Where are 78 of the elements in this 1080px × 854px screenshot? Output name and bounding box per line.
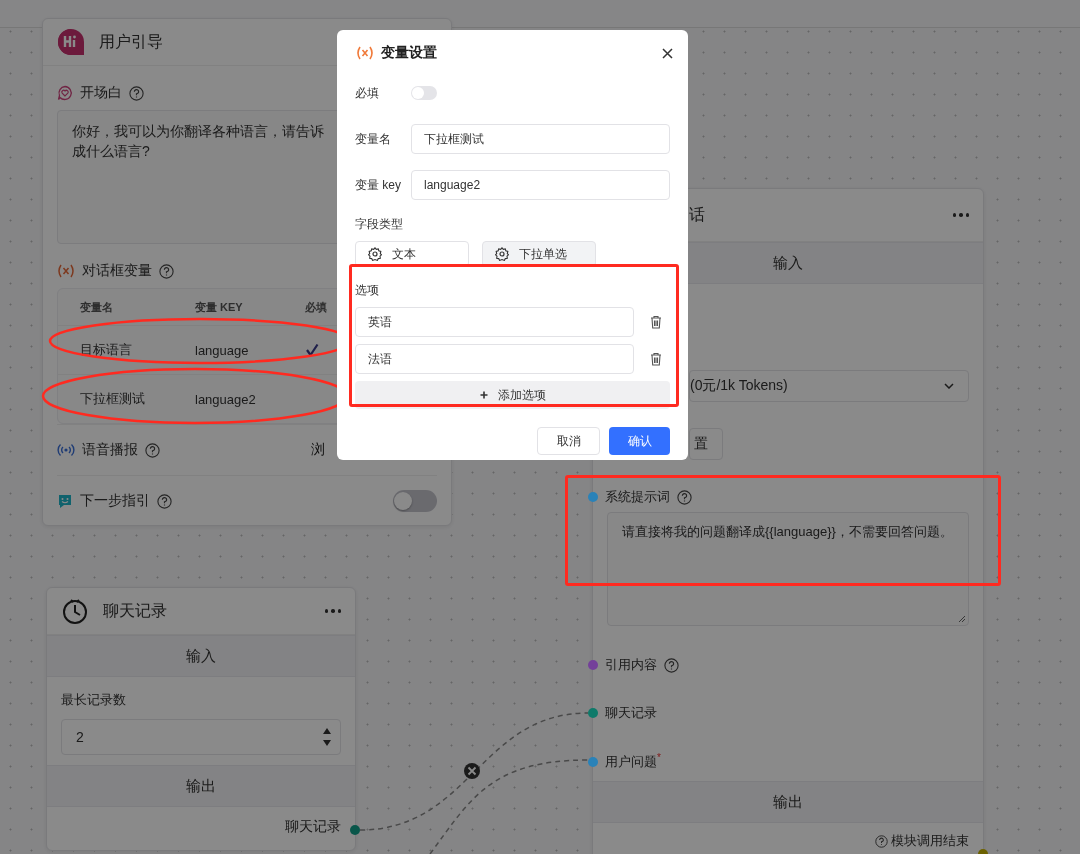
- voice-value[interactable]: 浏: [311, 441, 325, 459]
- add-option-button[interactable]: 添加选项: [355, 381, 670, 409]
- chevron-down-icon: [944, 383, 954, 389]
- field-label: 变量 key: [355, 176, 402, 194]
- field-label: 最长记录数: [61, 691, 127, 709]
- column-header: 变量名: [80, 299, 114, 315]
- plus-icon: [479, 391, 488, 399]
- dialog-title: 变量设置: [381, 44, 437, 62]
- section-label: 对话框变量: [82, 262, 152, 280]
- broadcast-icon: [57, 443, 75, 457]
- help-icon[interactable]: [664, 657, 679, 673]
- number-input[interactable]: 2: [61, 719, 341, 755]
- prompt-textarea[interactable]: 请直接将我的问题翻译成{{language}}，不需要回答问题。: [607, 512, 969, 626]
- input-label: 引用内容: [605, 656, 657, 674]
- field-type-option[interactable]: 下拉单选: [482, 241, 596, 267]
- input-port[interactable]: [588, 660, 598, 670]
- input-label: 系统提示词: [605, 488, 670, 506]
- section-header: 输出: [47, 765, 355, 807]
- column-header: 变量 KEY: [195, 299, 244, 315]
- table-cell-text: language: [195, 342, 250, 358]
- option-input[interactable]: 法语: [355, 344, 634, 374]
- name-input[interactable]: 下拉框测试: [411, 124, 670, 154]
- node-title: 用户引导: [99, 31, 163, 52]
- check-icon: [305, 343, 319, 357]
- toggle-switch[interactable]: [393, 490, 437, 512]
- guide-bot-icon: [57, 493, 73, 509]
- confirm-button[interactable]: 确认: [609, 427, 670, 455]
- variable-icon: [57, 264, 75, 278]
- output-label: 模块调用结束: [891, 832, 969, 851]
- column-header: 必填: [305, 299, 328, 315]
- input-port[interactable]: [588, 492, 598, 502]
- table-cell-text: language2: [195, 391, 257, 407]
- stepper-icon[interactable]: [322, 726, 332, 748]
- help-icon[interactable]: [157, 493, 172, 509]
- clock-icon: [61, 597, 89, 625]
- node-title: 聊天记录: [103, 600, 167, 621]
- hi-logo-icon: [57, 28, 85, 56]
- key-input[interactable]: language2: [411, 170, 670, 200]
- settings-button[interactable]: 置: [689, 428, 723, 460]
- field-label: 变量名: [355, 130, 392, 148]
- more-icon[interactable]: [324, 609, 341, 613]
- section-label: 语音播报: [82, 441, 138, 459]
- output-label: 聊天记录: [285, 818, 341, 836]
- help-icon[interactable]: [677, 489, 692, 505]
- trash-icon[interactable]: [650, 352, 662, 366]
- model-select[interactable]: (0元/1k Tokens): [689, 370, 969, 402]
- section-header: 输出: [593, 781, 983, 824]
- gear-icon: [368, 247, 382, 261]
- gear-icon: [495, 247, 509, 261]
- option-input[interactable]: 英语: [355, 307, 634, 337]
- input-port[interactable]: [588, 708, 598, 718]
- more-icon[interactable]: [952, 213, 969, 217]
- node-title: 话: [689, 204, 705, 225]
- input-label: 聊天记录: [605, 704, 657, 722]
- section-label: 下一步指引: [80, 492, 150, 510]
- trash-icon[interactable]: [650, 315, 662, 329]
- field-label: 必填: [355, 84, 380, 102]
- help-icon[interactable]: [159, 263, 174, 279]
- resize-grip-icon[interactable]: [958, 615, 966, 623]
- output-port[interactable]: [350, 825, 360, 835]
- table-cell-text: 下拉框测试: [80, 390, 146, 408]
- cancel-button[interactable]: 取消: [537, 427, 600, 455]
- table-cell-text: 目标语言: [80, 341, 133, 359]
- delete-connection-icon[interactable]: [464, 763, 480, 779]
- variable-icon: [355, 46, 375, 60]
- section-label: 开场白: [80, 84, 122, 102]
- section-header: 输入: [47, 635, 355, 677]
- help-icon[interactable]: [129, 85, 144, 101]
- field-type-option[interactable]: 文本: [355, 241, 469, 267]
- chat-heart-icon: [57, 85, 73, 101]
- toggle-switch[interactable]: [411, 86, 437, 100]
- close-icon[interactable]: [662, 47, 673, 59]
- help-icon[interactable]: [875, 834, 888, 848]
- help-icon[interactable]: [145, 442, 160, 458]
- field-label: 字段类型: [355, 216, 404, 233]
- field-label: 选项: [355, 282, 380, 299]
- input-port[interactable]: [588, 756, 598, 767]
- input-label: 用户问题$^{*}$: [605, 752, 661, 772]
